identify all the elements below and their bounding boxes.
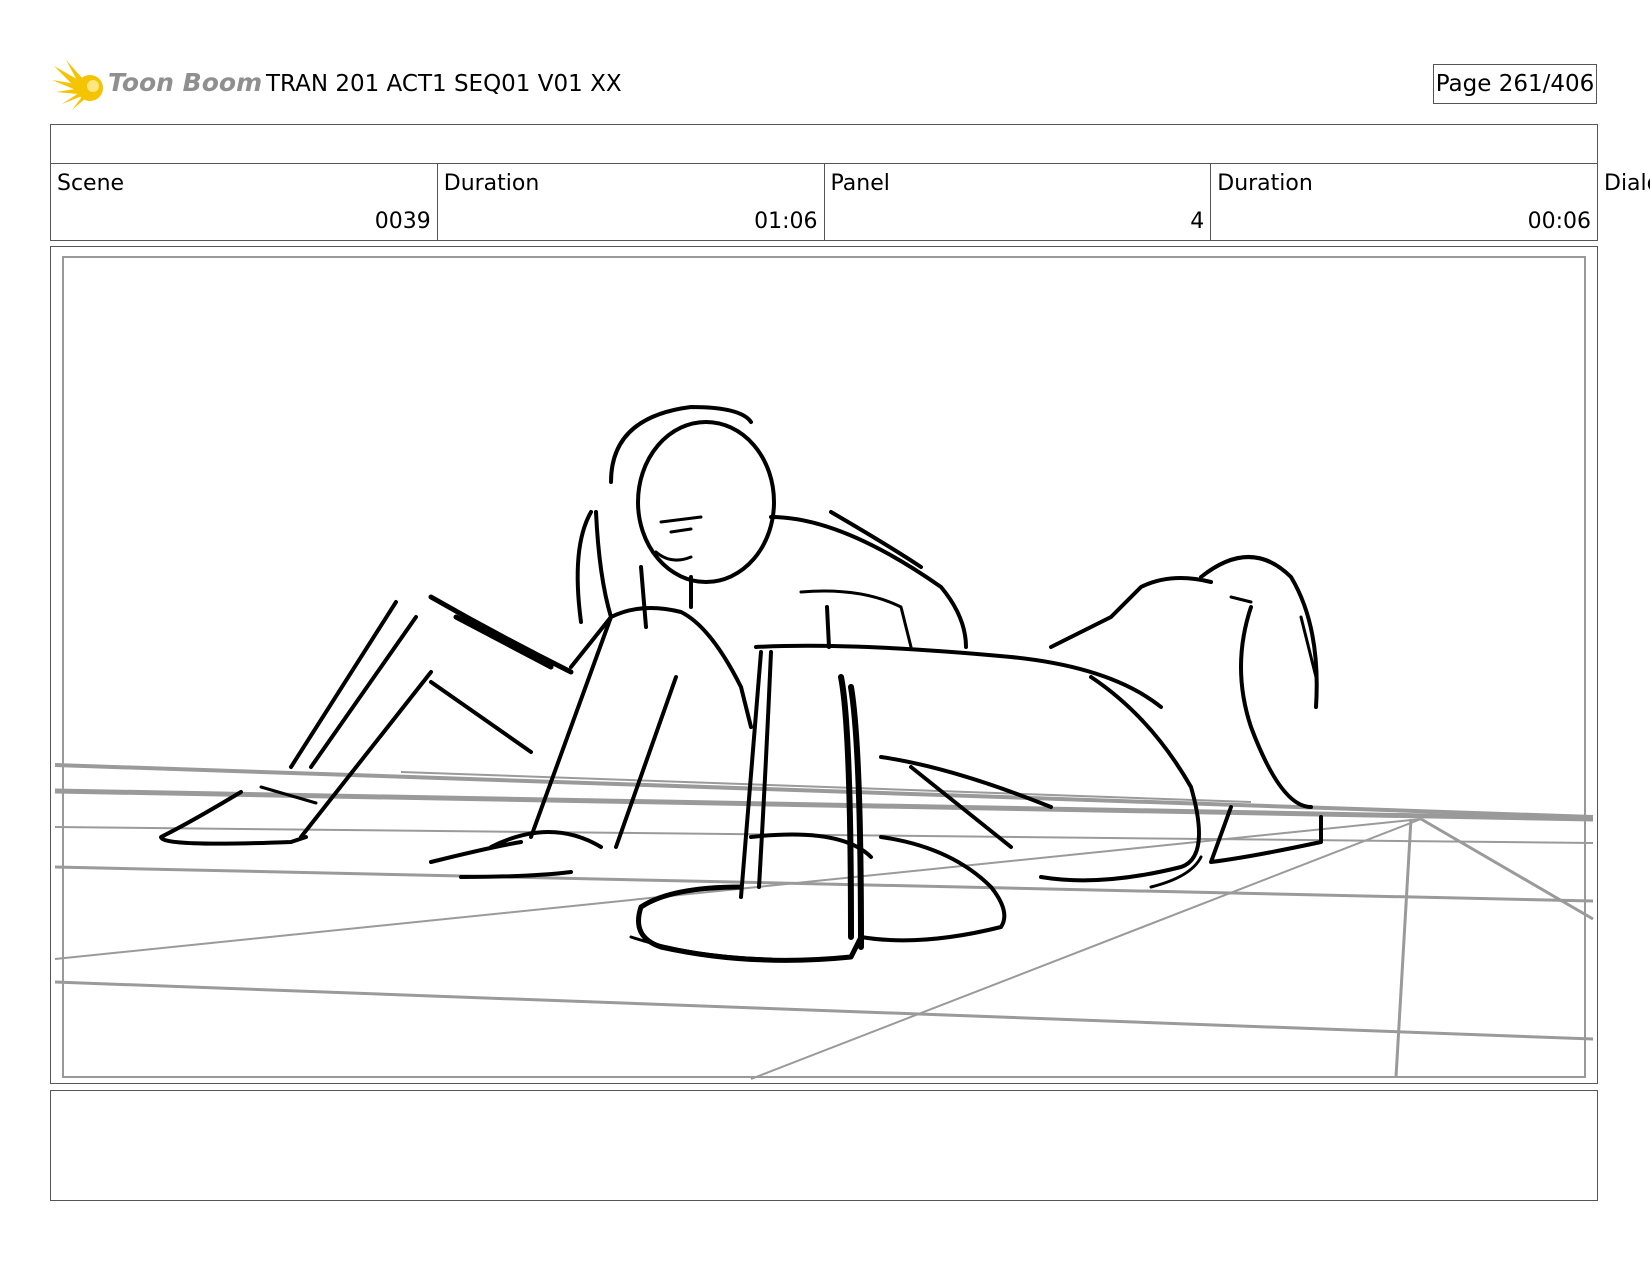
panel-duration-label: Duration <box>1217 171 1313 196</box>
panel-label: Panel <box>830 171 890 196</box>
info-row: Scene 0039 Duration 01:06 Panel 4 Durati… <box>50 163 1598 241</box>
panel-value: 4 <box>1190 209 1205 234</box>
page-number: Page 261/406 <box>1433 64 1597 104</box>
header-blank-row <box>50 124 1598 164</box>
scene-duration-value: 01:06 <box>754 209 818 234</box>
panel-duration-value: 00:06 <box>1527 209 1591 234</box>
scene-label: Scene <box>57 171 125 196</box>
panel-cell: Panel 4 <box>825 163 1212 240</box>
scene-value: 0039 <box>374 209 431 234</box>
scene-duration-cell: Duration 01:06 <box>438 163 825 240</box>
character-sketch <box>159 405 1323 963</box>
storyboard-panel <box>50 246 1598 1084</box>
scene-cell: Scene 0039 <box>51 163 438 240</box>
logo-star-icon <box>52 60 103 110</box>
logo-text: Toon Boom <box>108 68 263 97</box>
perspective-guides <box>54 763 1594 1080</box>
storyboard-sketch <box>54 256 1594 1080</box>
scene-duration-label: Duration <box>443 171 540 196</box>
panel-duration-cell: Duration 00:06 <box>1211 163 1597 240</box>
document-title: TRAN 201 ACT1 SEQ01 V01 XX <box>266 71 622 97</box>
dialog-label: Dialog <box>1604 171 1650 196</box>
toon-boom-logo: Toon Boom <box>52 58 262 114</box>
notes-box <box>50 1090 1598 1201</box>
